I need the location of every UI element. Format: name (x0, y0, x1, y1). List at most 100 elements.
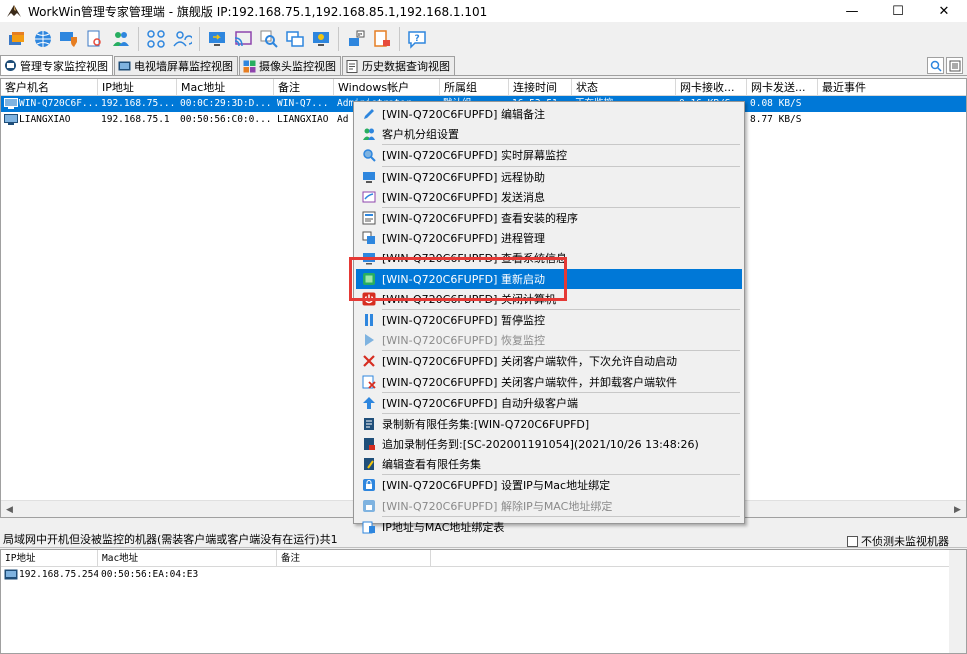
cell-client-name: WIN-Q720C6F... (1, 96, 98, 112)
menu-unbind-ip-mac[interactable]: [WIN-Q720C6FUPFD] 解除IP与MAC地址绑定 (354, 496, 744, 516)
col-lan-mac[interactable]: Mac地址 (98, 550, 277, 566)
checkbox-box[interactable] (847, 535, 858, 547)
minimize-button[interactable]: — (829, 0, 875, 22)
menu-restart[interactable]: [WIN-Q720C6FUPFD] 重新启动 (356, 268, 742, 289)
col-mac[interactable]: Mac地址 (177, 79, 274, 95)
close-button[interactable]: ✕ (921, 0, 967, 22)
monitor-camera-icon[interactable] (310, 28, 332, 50)
menu-ip-mac-table[interactable]: IP地址与MAC地址绑定表 (354, 517, 744, 537)
menu-shutdown[interactable]: [WIN-Q720C6FUPFD] 关闭计算机 (354, 289, 744, 309)
menu-remote-assist[interactable]: [WIN-Q720C6FUPFD] 远程协助 (354, 167, 744, 187)
computer-shield-icon[interactable] (58, 28, 80, 50)
lan-unmonitored-list[interactable]: IP地址 Mac地址 备注 192.168.75.254 00:50:56:EA… (0, 549, 967, 654)
document-search-icon[interactable] (84, 28, 106, 50)
search-button[interactable] (927, 57, 944, 74)
col-ip[interactable]: IP地址 (98, 79, 177, 95)
list-icon (949, 60, 960, 71)
col-lan-note[interactable]: 备注 (277, 550, 431, 566)
col-recent-event[interactable]: 最近事件 (818, 79, 966, 95)
binding-table-icon (362, 521, 375, 534)
record-list-icon (364, 417, 374, 430)
cell-text: 192.168.75.254 (19, 569, 98, 580)
col-client-name[interactable]: 客户机名 (1, 79, 98, 95)
upgrade-arrow-icon (363, 396, 375, 409)
unlock-icon (363, 499, 375, 512)
cell-ip: 192.168.75... (101, 98, 176, 109)
col-nic-recv[interactable]: 网卡接收... (676, 79, 747, 95)
pencil-icon (364, 109, 374, 120)
computer-icon (4, 98, 18, 109)
menu-label: [WIN-Q720C6FUPFD] 查看安装的程序 (382, 212, 578, 226)
menu-bind-ip-mac[interactable]: [WIN-Q720C6FUPFD] 设置IP与Mac地址绑定 (354, 475, 744, 495)
globe-icon[interactable] (32, 28, 54, 50)
menu-close-client-autostart[interactable]: [WIN-Q720C6FUPFD] 关闭客户端软件，下次允许自动启动 (354, 351, 744, 371)
menu-edit-note[interactable]: [WIN-Q720C6FUPFD] 编辑备注 (354, 104, 744, 124)
window-stack-icon[interactable] (6, 28, 28, 50)
menu-record-task-set[interactable]: 录制新有限任务集:[WIN-Q720C6FUPFD] (354, 414, 744, 434)
tab-label: 管理专家监控视图 (20, 59, 108, 73)
edit-list-icon (364, 458, 374, 471)
menu-group-settings[interactable]: 客户机分组设置 (354, 124, 744, 144)
search-magnify-icon[interactable] (258, 28, 280, 50)
tab-tv-wall[interactable]: 电视墙屏幕监控视图 (114, 56, 238, 75)
remote-screen-icon (363, 171, 375, 183)
menu-label: [WIN-Q720C6FUPFD] 关闭客户端软件，并卸载客户端软件 (382, 375, 677, 389)
menu-send-message[interactable]: [WIN-Q720C6FUPFD] 发送消息 (354, 187, 744, 207)
cell-text: LIANGXIAO (19, 114, 71, 125)
tab-history[interactable]: 历史数据查询视图 (342, 56, 455, 75)
menu-pause-monitor[interactable]: [WIN-Q720C6FUPFD] 暂停监控 (354, 310, 744, 330)
table-row[interactable]: 192.168.75.254 00:50:56:EA:04:E3 (1, 567, 966, 583)
vertical-scrollbar[interactable] (949, 550, 966, 653)
col-nic-send[interactable]: 网卡发送... (747, 79, 818, 95)
windows-copy-icon[interactable] (284, 28, 306, 50)
col-status[interactable]: 状态 (572, 79, 676, 95)
col-group[interactable]: 所属组 (440, 79, 509, 95)
no-detect-checkbox[interactable]: 不侦测未监视机器 (847, 533, 949, 549)
menu-resume-monitor[interactable]: [WIN-Q720C6FUPFD] 恢复监控 (354, 330, 744, 350)
col-windows-account[interactable]: Windows帐户 (334, 79, 440, 95)
ip-network-icon[interactable]: IP (345, 28, 367, 50)
toolbar-separator (138, 27, 139, 51)
network-nodes-icon[interactable] (145, 28, 167, 50)
title-bar: WorkWin管理专家管理端 - 旗舰版 IP:192.168.75.1,192… (0, 0, 967, 22)
cast-icon[interactable] (232, 28, 254, 50)
col-lan-ip[interactable]: IP地址 (1, 550, 98, 566)
tab-camera[interactable]: 摄像头监控视图 (239, 56, 341, 75)
menu-auto-upgrade[interactable]: [WIN-Q720C6FUPFD] 自动升级客户端 (354, 393, 744, 413)
menu-system-info[interactable]: [WIN-Q720C6FUPFD] 查看系统信息 (354, 248, 744, 268)
col-connect-time[interactable]: 连接时间 (509, 79, 572, 95)
col-note[interactable]: 备注 (274, 79, 334, 95)
user-refresh-icon[interactable] (171, 28, 193, 50)
computer-icon (4, 114, 18, 125)
tab-label: 摄像头监控视图 (259, 60, 336, 73)
tab-expert-monitor[interactable]: 管理专家监控视图 (0, 55, 113, 75)
scroll-left-icon[interactable]: ◀ (1, 501, 18, 517)
monitor-remote-icon[interactable] (206, 28, 228, 50)
menu-label: 追加录制任务到:[SC-202001191054](2021/10/26 13:… (382, 438, 699, 452)
cell-send: 0.08 KB/S (750, 98, 802, 109)
menu-label: IP地址与MAC地址绑定表 (382, 520, 505, 534)
menu-append-task[interactable]: 追加录制任务到:[SC-202001191054](2021/10/26 13:… (354, 434, 744, 454)
window-title: WorkWin管理专家管理端 - 旗舰版 IP:192.168.75.1,192… (28, 4, 488, 19)
lan-list-header: IP地址 Mac地址 备注 (1, 550, 966, 567)
scroll-right-icon[interactable]: ▶ (949, 501, 966, 517)
menu-installed-programs[interactable]: [WIN-Q720C6FUPFD] 查看安装的程序 (354, 208, 744, 228)
user-group-icon[interactable] (110, 28, 132, 50)
menu-label: [WIN-Q720C6FUPFD] 远程协助 (382, 170, 545, 184)
menu-edit-task-set[interactable]: 编辑查看有限任务集 (354, 454, 744, 474)
history-document-icon (346, 59, 358, 73)
maximize-button[interactable]: ☐ (875, 0, 921, 22)
menu-label: [WIN-Q720C6FUPFD] 进程管理 (382, 232, 545, 246)
menu-label: [WIN-Q720C6FUPFD] 关闭客户端软件，下次允许自动启动 (382, 355, 677, 369)
menu-process-manager[interactable]: [WIN-Q720C6FUPFD] 进程管理 (354, 228, 744, 248)
list-view-button[interactable] (946, 57, 963, 74)
document-lock-icon[interactable] (371, 28, 393, 50)
network-computer-icon (4, 569, 18, 580)
uninstall-icon (362, 375, 376, 389)
menu-realtime-screen[interactable]: [WIN-Q720C6FUPFD] 实时屏幕监控 (354, 145, 744, 165)
cell-lan-mac: 00:50:56:EA:04:E3 (101, 569, 199, 580)
help-icon[interactable]: ? (406, 28, 428, 50)
checkbox-label: 不侦测未监视机器 (861, 535, 949, 548)
menu-close-client-uninstall[interactable]: [WIN-Q720C6FUPFD] 关闭客户端软件，并卸载客户端软件 (354, 371, 744, 391)
monitor-view-icon (5, 60, 16, 71)
